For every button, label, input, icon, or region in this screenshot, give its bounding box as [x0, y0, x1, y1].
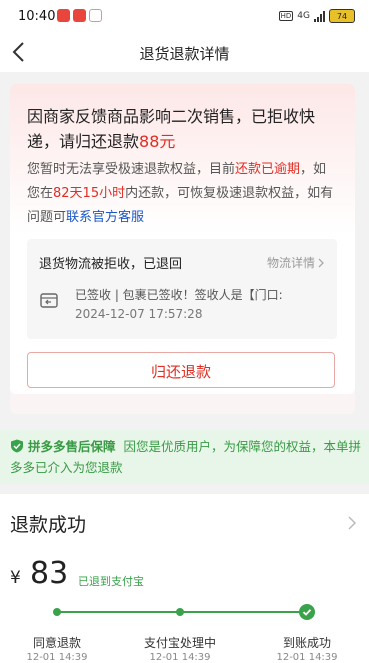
- refund-progress: 同意退款 12-01 14:39 支付宝处理中 12-01 14:39 到账成功…: [0, 602, 369, 663]
- video-notification-icon: [89, 9, 102, 22]
- step-time: 12-01 14:39: [26, 652, 88, 663]
- guarantee-text: 拼多多售后保障 因您是优质用户，为保障您的权益，本单拼多多已介入为您退款: [10, 436, 362, 478]
- progress-dot: [176, 608, 184, 616]
- status-indicators: HD 4G 74: [278, 9, 355, 23]
- progress-dot: [53, 608, 61, 616]
- progress-line: [180, 611, 307, 613]
- chevron-right-icon[interactable]: [347, 516, 357, 530]
- deadline-text: 82天15小时: [53, 186, 126, 201]
- app-notification-icon: [57, 9, 70, 22]
- step-label: 到账成功: [282, 636, 331, 650]
- logistics-timestamp: 2024-12-07 17:57:28: [75, 307, 203, 321]
- currency-symbol: ¥: [10, 568, 21, 588]
- nav-header: 退货退款详情: [0, 32, 369, 72]
- status-time: 10:40: [18, 9, 56, 24]
- network-type: 4G: [297, 11, 310, 21]
- refund-status-title: 退款成功: [10, 514, 87, 536]
- guarantee-banner: 拼多多售后保障 因您是优质用户，为保障您的权益，本单拼多多已介入为您退款: [0, 430, 369, 484]
- notice-panel: 因商家反馈商品影响二次销售，已拒收快递，请归还退款88元 您暂时无法享受极速退款…: [10, 84, 355, 414]
- refund-destination: 已退到支付宝: [78, 575, 144, 588]
- progress-line: [57, 611, 180, 613]
- guarantee-brand: 拼多多售后保障: [28, 439, 116, 454]
- signal-icon: [314, 10, 325, 22]
- contact-service-link[interactable]: 联系官方客服: [66, 210, 144, 225]
- app-notification-icon: [73, 9, 86, 22]
- notification-icons: [57, 9, 102, 22]
- logistics-title: 退货物流被拒收，已退回: [39, 257, 183, 272]
- headline-amount: 88元: [139, 132, 176, 151]
- logistics-message: 已签收 | 包裹已签收！签收人是【门口:: [75, 288, 283, 302]
- step-label: 同意退款: [32, 636, 81, 650]
- logistics-detail-label: 物流详情: [266, 256, 315, 270]
- notice-description: 您暂时无法享受极速退款权益，目前还款已逾期，如您在82天15小时内还款，可恢复极…: [27, 158, 337, 230]
- refund-amount: 83: [30, 556, 69, 591]
- notice-card: 因商家反馈商品影响二次销售，已拒收快递，请归还退款88元 您暂时无法享受极速退款…: [10, 84, 355, 394]
- shield-check-icon: [11, 439, 23, 453]
- logistics-card[interactable]: 退货物流被拒收，已退回 物流详情 已签收 | 包裹已签收！签收人是【门口: 20…: [27, 239, 337, 339]
- check-circle-icon: [299, 604, 315, 620]
- notice-headline: 因商家反馈商品影响二次销售，已拒收快递，请归还退款88元: [27, 104, 327, 154]
- step-label: 支付宝处理中: [143, 636, 216, 650]
- step-time: 12-01 14:39: [149, 652, 211, 663]
- battery-icon: 74: [329, 9, 355, 23]
- return-refund-button[interactable]: 归还退款: [27, 352, 335, 388]
- battery-level: 74: [336, 11, 348, 21]
- step-time: 12-01 14:39: [276, 652, 338, 663]
- refund-section[interactable]: 退款成功 ¥ 83 已退到支付宝 同意退款 12-01 14:39 支付宝处理中…: [0, 494, 369, 663]
- overdue-text: 还款已逾期: [235, 162, 301, 177]
- hd-icon: HD: [278, 11, 294, 21]
- package-icon: [40, 293, 58, 308]
- desc-text: 您暂时无法享受极速退款权益，目前: [27, 162, 236, 177]
- page-title: 退货退款详情: [139, 45, 230, 63]
- status-bar: 10:40 HD 4G 74: [0, 0, 369, 32]
- logistics-detail-link[interactable]: 物流详情: [267, 254, 325, 271]
- chevron-right-icon: [318, 258, 324, 268]
